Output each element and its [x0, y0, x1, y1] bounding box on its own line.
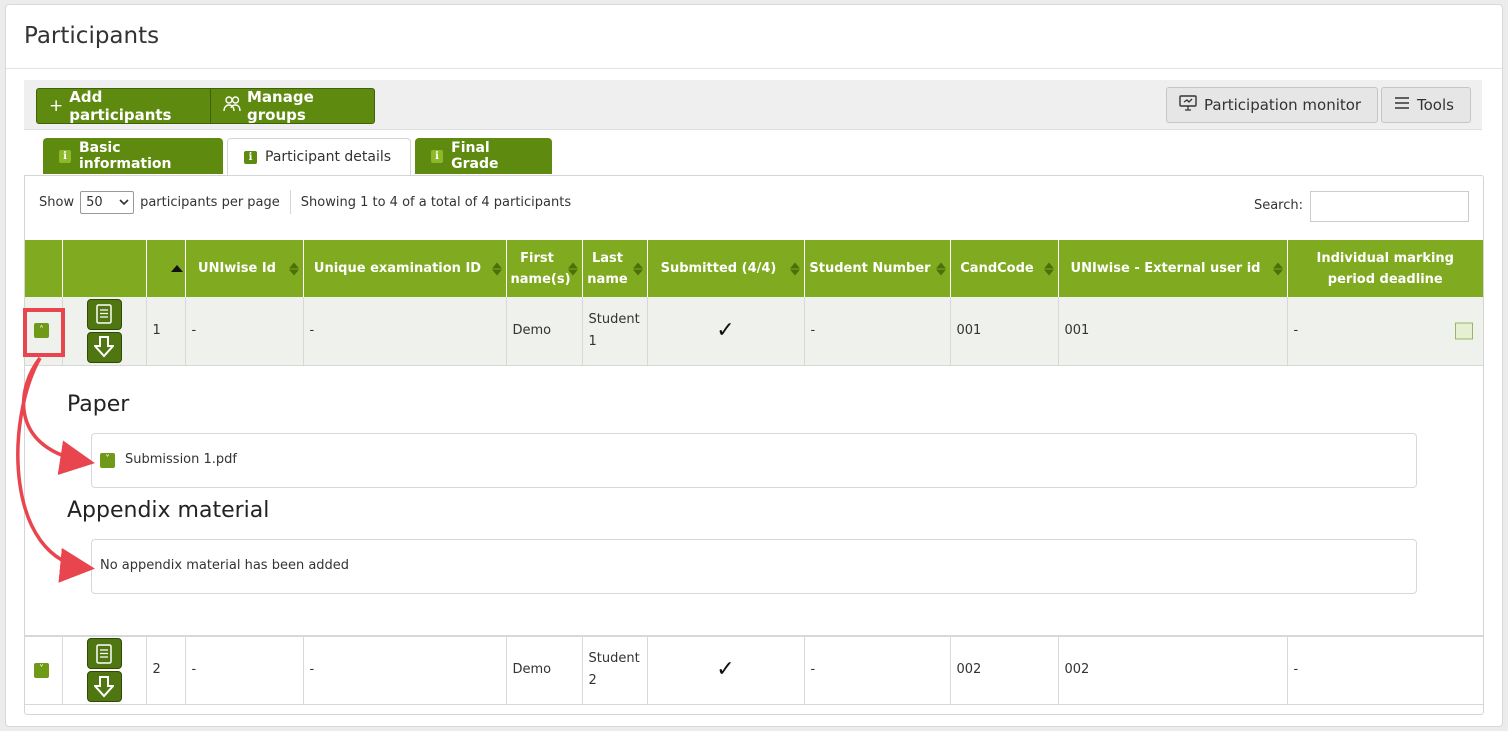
cell-first-name: Demo — [506, 636, 583, 705]
cell-external-user-id: 001 — [1058, 297, 1288, 366]
tools-button[interactable]: Tools — [1381, 87, 1471, 123]
appendix-heading: Appendix material — [67, 497, 270, 523]
sort-icon — [1272, 262, 1283, 275]
sort-icon — [491, 262, 502, 275]
header-number[interactable] — [146, 240, 186, 297]
header-last-name[interactable]: Last name — [582, 240, 648, 297]
tab-basic-information[interactable]: i Basic information — [43, 138, 223, 174]
expand-file-icon[interactable]: ˅ — [100, 452, 115, 468]
view-document-icon[interactable] — [86, 638, 122, 669]
manage-groups-button[interactable]: Manage groups — [210, 88, 375, 124]
download-icon[interactable] — [86, 671, 122, 702]
sort-icon — [567, 262, 578, 275]
cell-candcode: 001 — [950, 297, 1059, 366]
row-number: 2 — [146, 636, 186, 705]
cell-marking-deadline: - — [1287, 636, 1483, 705]
paper-box: ˅ Submission 1.pdf — [91, 432, 1417, 488]
info-icon: i — [244, 150, 257, 164]
cell-student-number: - — [804, 636, 951, 705]
page-length-control: Show 50 participants per page Showing 1 … — [39, 190, 571, 214]
header-unique-exam-id[interactable]: Unique examination ID — [303, 240, 507, 297]
menu-icon — [1394, 96, 1410, 114]
cell-last-name: Student 1 — [582, 297, 648, 366]
table-row: ˄ 1 - - Demo Student 1 ✓ - 001 001 - — [25, 297, 1483, 366]
appendix-empty-text: No appendix material has been added — [100, 558, 350, 573]
header-actions — [62, 240, 147, 297]
submitted-check-icon: ✓ — [647, 297, 805, 366]
cell-marking-deadline: - — [1287, 297, 1483, 366]
header-marking-deadline[interactable]: Individual marking period deadline — [1287, 240, 1483, 297]
cell-uniwise-id: - — [185, 297, 304, 366]
search-label: Search: — [1253, 198, 1303, 213]
add-participants-button[interactable]: + Add participants — [36, 88, 211, 124]
sort-icon — [789, 262, 800, 275]
row-actions — [69, 298, 140, 363]
submission-detail: Paper ˅ Submission 1.pdf Appendix materi… — [25, 365, 1483, 636]
paper-heading: Paper — [67, 391, 130, 417]
cell-external-user-id: 002 — [1058, 636, 1288, 705]
groups-icon — [223, 95, 241, 117]
header-student-number[interactable]: Student Number — [804, 240, 951, 297]
download-icon[interactable] — [86, 331, 122, 363]
table-row: ˅ 2 - - Demo Student 2 ✓ - 002 002 - — [25, 636, 1483, 705]
info-icon: i — [59, 149, 71, 163]
participants-table-panel: Show 50 participants per page Showing 1 … — [24, 175, 1484, 715]
calendar-icon[interactable] — [1455, 322, 1473, 340]
expand-row-icon[interactable]: ˅ — [34, 662, 49, 678]
cell-unique-exam-id: - — [303, 297, 507, 366]
tab-final-grade[interactable]: i Final Grade — [415, 138, 552, 174]
page-title: Participants — [6, 5, 1502, 69]
per-page-select[interactable]: 50 — [80, 190, 135, 214]
sort-icon — [288, 262, 299, 275]
header-submitted[interactable]: Submitted (4/4) — [647, 240, 805, 297]
cell-first-name: Demo — [506, 297, 583, 366]
header-candcode[interactable]: CandCode — [950, 240, 1059, 297]
submitted-check-icon: ✓ — [647, 636, 805, 705]
paper-file-link[interactable]: Submission 1.pdf — [125, 449, 237, 471]
cell-student-number: - — [804, 297, 951, 366]
header-first-name[interactable]: First name(s) — [506, 240, 583, 297]
sort-ascending-icon — [170, 265, 183, 272]
cell-unique-exam-id: - — [303, 636, 507, 705]
search-input[interactable] — [1310, 191, 1469, 222]
view-document-icon[interactable] — [86, 298, 122, 330]
cell-candcode: 002 — [950, 636, 1059, 705]
participants-table: UNIwise Id Unique examination ID First n… — [25, 240, 1483, 705]
row-actions — [69, 638, 140, 702]
divider — [289, 190, 291, 214]
row-number: 1 — [146, 297, 186, 366]
sort-icon — [1043, 262, 1054, 275]
sort-icon — [632, 262, 643, 275]
cell-last-name: Student 2 — [582, 636, 648, 705]
tab-participant-details[interactable]: i Participant details — [227, 138, 411, 175]
cell-uniwise-id: - — [185, 636, 304, 705]
info-icon: i — [431, 149, 444, 163]
chevron-down-icon — [119, 195, 133, 210]
header-external-user-id[interactable]: UNIwise - External user id — [1058, 240, 1288, 297]
listing-summary: Showing 1 to 4 of a total of 4 participa… — [300, 194, 572, 210]
monitor-icon — [1179, 95, 1197, 115]
table-header-row: UNIwise Id Unique examination ID First n… — [25, 240, 1483, 297]
header-expand — [25, 240, 63, 297]
plus-icon: + — [49, 96, 64, 116]
appendix-box: No appendix material has been added — [91, 538, 1417, 594]
sort-icon — [935, 262, 946, 275]
participation-monitor-button[interactable]: Participation monitor — [1166, 87, 1378, 123]
toolbar: + Add participants Manage groups Partici… — [24, 80, 1482, 130]
collapse-row-icon[interactable]: ˄ — [34, 323, 49, 339]
header-uniwise-id[interactable]: UNIwise Id — [185, 240, 304, 297]
expanded-detail-row: Paper ˅ Submission 1.pdf Appendix materi… — [25, 365, 1483, 637]
